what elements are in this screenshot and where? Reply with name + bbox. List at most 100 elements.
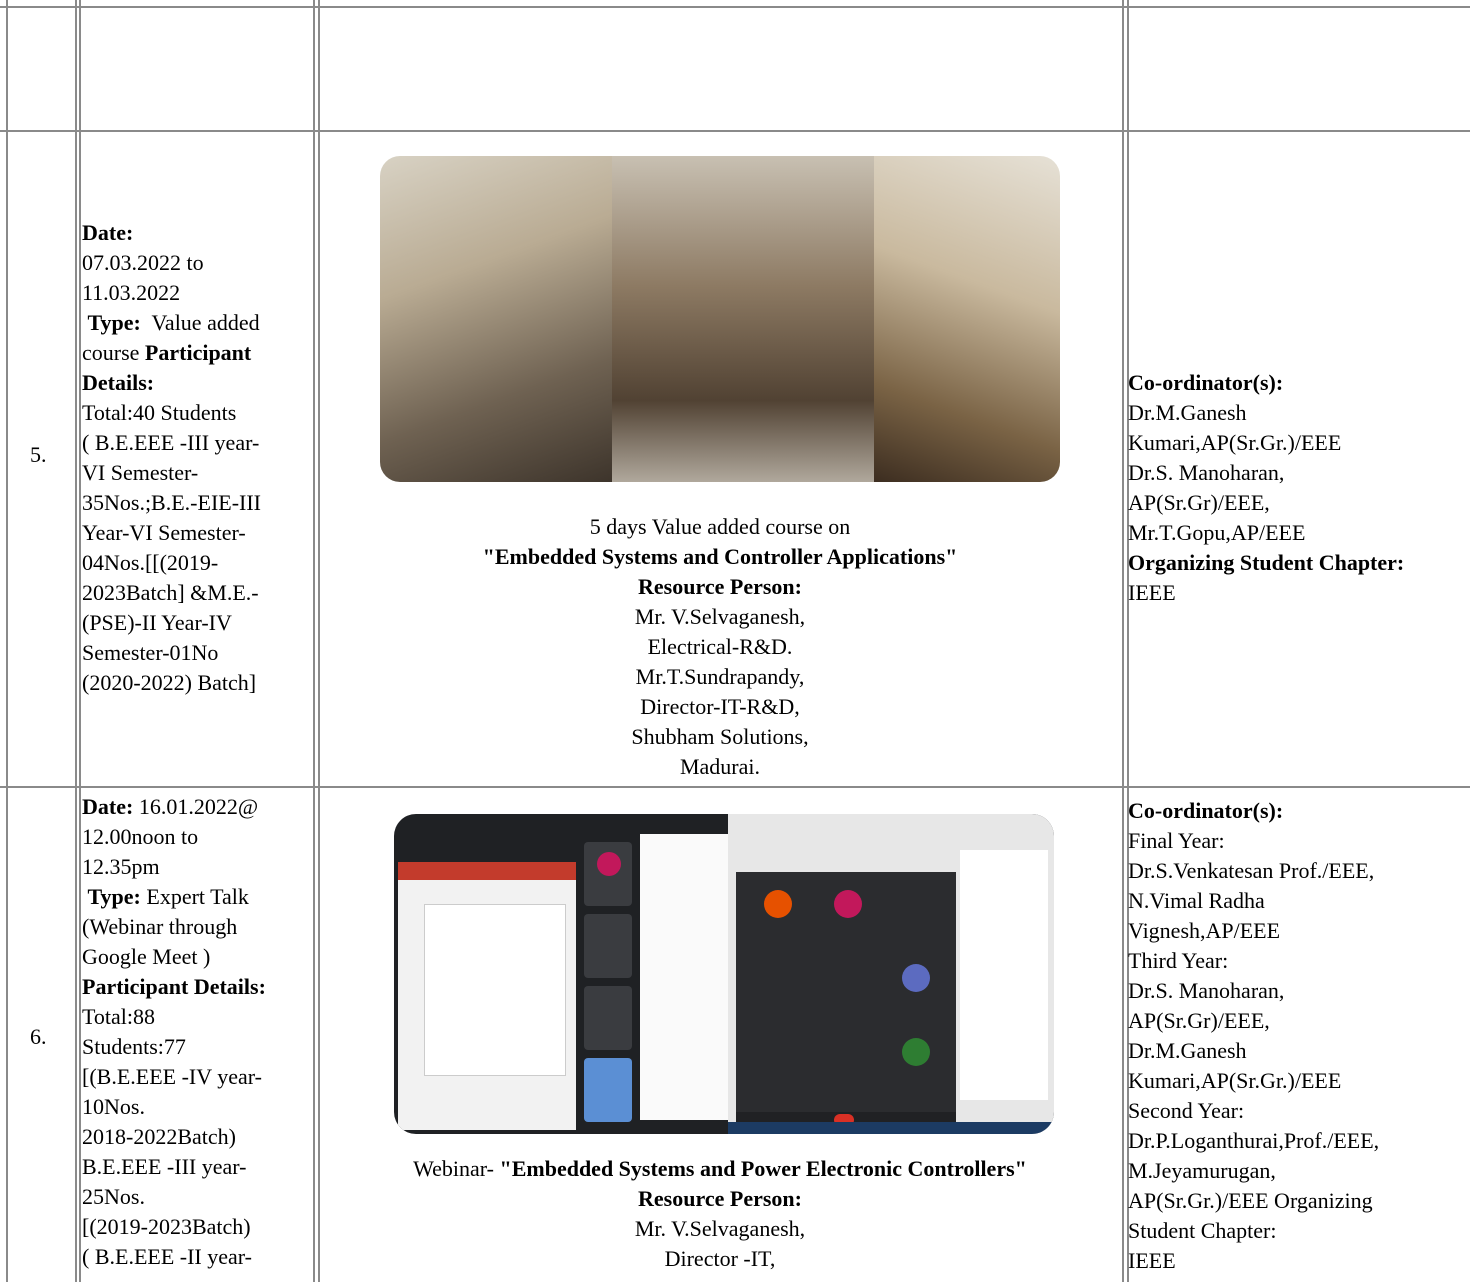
participant-line: B.E.EEE -III year- (82, 1154, 247, 1179)
event-title: "Embedded Systems and Power Electronic C… (499, 1156, 1027, 1181)
coordinator-line: IEEE (1128, 1248, 1176, 1273)
participant-avatar-m (584, 1058, 632, 1122)
coordinator-label: Co-ordinator(s): (1128, 370, 1284, 395)
participant-line: Year-VI Semester- (82, 520, 246, 545)
date-line: 07.03.2022 to (82, 250, 204, 275)
resource-line: Mr.T.Sundrapandy, (635, 664, 805, 689)
coordinator-line: AP(Sr.Gr.)/EEE Organizing (1128, 1188, 1373, 1213)
type-label: Type: (87, 310, 141, 335)
date-label: Date: (82, 794, 134, 819)
participant-avatar-s (597, 852, 621, 876)
coordinator-line: N.Vimal Radha (1128, 888, 1265, 913)
resource-label: Resource Person: (638, 574, 802, 599)
resource-line: Director -IT, (664, 1246, 776, 1271)
participant-line: 25Nos. (82, 1184, 145, 1209)
event-intro: 5 days Value added course on (589, 514, 851, 539)
coordinators: Co-ordinator(s): Dr.M.Ganesh Kumari,AP(S… (1128, 368, 1470, 608)
coordinator-line: Dr.S. Manoharan, (1128, 978, 1285, 1003)
resource-line: Shubham Solutions, (631, 724, 809, 749)
participant-line: Total:88 (82, 1004, 156, 1029)
coordinator-line: Student Chapter: (1128, 1218, 1277, 1243)
resource-label: Resource Person: (638, 1186, 802, 1211)
coordinator-line: Mr.T.Gopu,AP/EEE (1128, 520, 1306, 545)
date-value: 16.01.2022@ (138, 794, 259, 819)
lecture-photo (874, 156, 1060, 482)
date-line: 12.00noon to (82, 824, 199, 849)
coordinator-label: Co-ordinator(s): (1128, 798, 1284, 823)
type-line: (Webinar through (82, 914, 238, 939)
coordinator-line: AP(Sr.Gr)/EEE, (1128, 490, 1270, 515)
participants-panel (960, 850, 1048, 1100)
participant-line: [(B.E.EEE -IV year- (82, 1064, 262, 1089)
event-description: 5 days Value added course on "Embedded S… (322, 512, 1118, 782)
coordinator-line: M.Jeyamurugan, (1128, 1158, 1276, 1183)
participant-tile (584, 914, 632, 978)
column-border (318, 0, 320, 1282)
coordinator-line: Final Year: (1128, 828, 1225, 853)
event-description: Webinar- "Embedded Systems and Power Ele… (322, 1154, 1118, 1274)
classroom-photo (380, 156, 612, 482)
resource-line: Mr. V.Selvaganesh, (634, 1216, 806, 1241)
coordinator-line: Dr.P.Loganthurai,Prof./EEE, (1128, 1128, 1380, 1153)
coordinator-line: Dr.S.Venkatesan Prof./EEE, (1128, 858, 1375, 883)
tile-avatar-e (764, 890, 792, 918)
serial-number: 5. (30, 442, 47, 467)
coordinator-line: AP(Sr.Gr)/EEE, (1128, 1008, 1270, 1033)
participant-line: 10Nos. (82, 1094, 145, 1119)
participant-line: ( B.E.EEE -II year- (82, 1244, 252, 1269)
column-border (6, 0, 8, 1282)
row-divider (0, 786, 1470, 788)
resource-line: Director-IT-R&D, (640, 694, 800, 719)
serial-number: 6. (30, 1024, 47, 1049)
participant-line: 35Nos.;B.E.-EIE-III (82, 490, 262, 515)
resource-line: Madurai. (679, 754, 761, 779)
coordinator-line: Dr.M.Ganesh (1128, 1038, 1247, 1063)
column-border (1122, 0, 1124, 1282)
participant-tile (584, 986, 632, 1050)
webinar-screenshot (394, 814, 1054, 1134)
participant-line: (2020-2022) Batch] (82, 670, 257, 695)
event-intro: Webinar- (413, 1156, 494, 1181)
column-border (79, 0, 81, 1282)
date-label: Date: (82, 220, 134, 245)
coordinator-line: Third Year: (1128, 948, 1229, 973)
coordinator-line: Dr.M.Ganesh (1128, 400, 1247, 425)
column-border (75, 0, 77, 1282)
chapter-value: IEEE (1128, 580, 1176, 605)
tile-avatar-e2 (902, 964, 930, 992)
resource-line: Electrical-R&D. (647, 634, 793, 659)
people-list-panel (640, 834, 728, 1120)
participant-line: ( B.E.EEE -III year- (82, 430, 260, 455)
type-value: Expert Talk (146, 884, 249, 909)
participant-line: (PSE)-II Year-IV (82, 610, 232, 635)
slide-document (424, 904, 566, 1076)
date-line: 11.03.2022 (82, 280, 181, 305)
participant-line: 04Nos.[[(2019- (82, 550, 219, 575)
coordinator-line: Vignesh,AP/EEE (1128, 918, 1281, 943)
event-photo-collage (380, 156, 1060, 482)
lab-photo (612, 156, 874, 482)
event-details: Date: 16.01.2022@ 12.00noon to 12.35pm T… (82, 792, 312, 1272)
participant-line: Students:77 (82, 1034, 186, 1059)
coordinator-line: Dr.S. Manoharan, (1128, 460, 1285, 485)
taskbar (728, 1122, 1054, 1134)
type-line: Google Meet ) (82, 944, 211, 969)
coordinator-line: Kumari,AP(Sr.Gr.)/EEE (1128, 1068, 1342, 1093)
event-title: "Embedded Systems and Controller Applica… (482, 544, 958, 569)
tile-avatar-g (902, 1038, 930, 1066)
row-divider (0, 130, 1470, 132)
date-line: 12.35pm (82, 854, 160, 879)
column-border (313, 0, 315, 1282)
type-label: Type: (87, 884, 141, 909)
table-border-top (0, 6, 1470, 8)
participant-line: [(2019-2023Batch) (82, 1214, 251, 1239)
chapter-label: Organizing Student Chapter: (1128, 550, 1405, 575)
coordinator-line: Second Year: (1128, 1098, 1245, 1123)
coordinator-line: Kumari,AP(Sr.Gr.)/EEE (1128, 430, 1342, 455)
event-details: Date: 07.03.2022 to 11.03.2022 Type: Val… (82, 218, 308, 698)
participant-line: Semester-01No (82, 640, 219, 665)
participant-line: Total:40 Students (82, 400, 237, 425)
participant-label: Participant Details: (82, 974, 266, 999)
coordinators: Co-ordinator(s): Final Year: Dr.S.Venkat… (1128, 796, 1470, 1276)
resource-line: Mr. V.Selvaganesh, (634, 604, 806, 629)
